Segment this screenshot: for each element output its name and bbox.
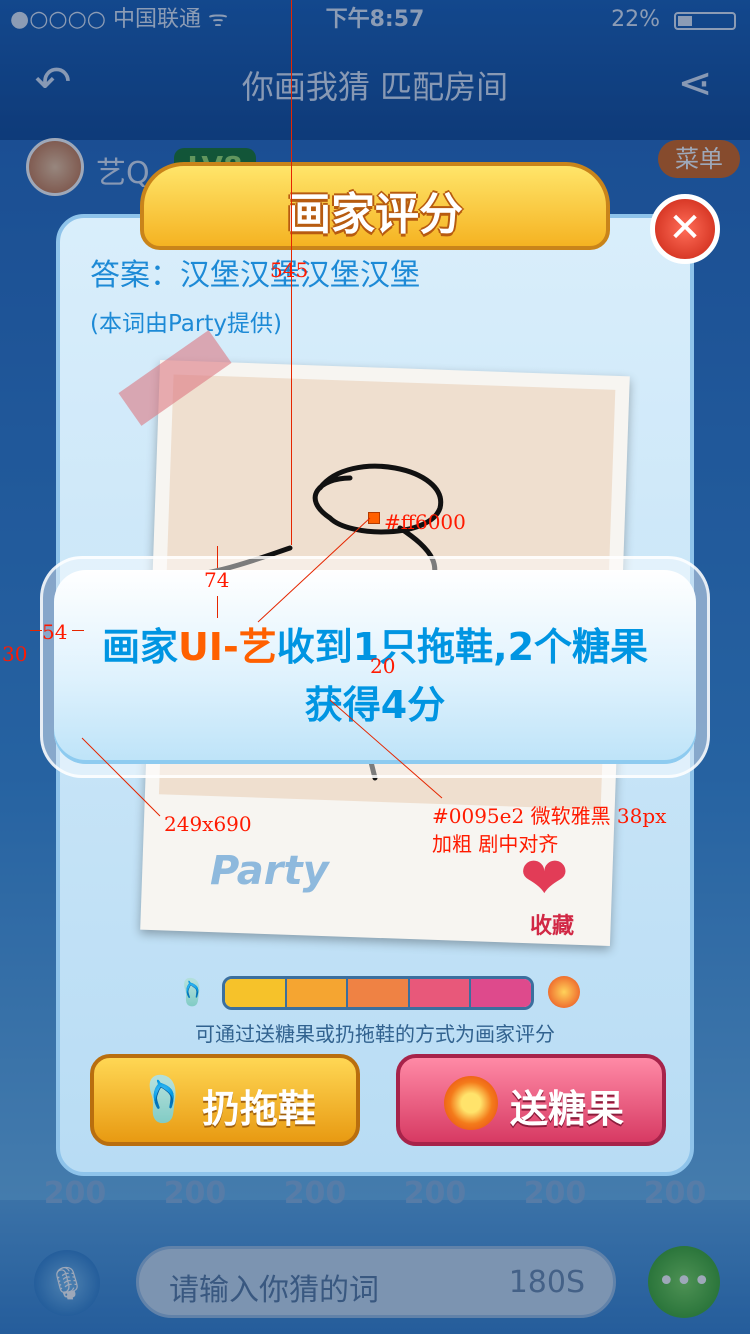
- slipper-icon: 🩴: [176, 978, 209, 1008]
- paper-author: Party: [210, 848, 329, 894]
- slipper-icon: 🩴: [136, 1074, 191, 1125]
- annotation-line: [217, 546, 218, 568]
- annotation-54: 54: [42, 620, 68, 644]
- toast-score: 获得4分: [304, 683, 446, 727]
- dialog-title: 画家评分: [287, 189, 463, 240]
- color-swatch: [368, 512, 380, 524]
- word-provider: (本词由Party提供): [90, 311, 282, 337]
- rating-segment: [225, 979, 287, 1007]
- painter-name: UI-艺: [177, 625, 277, 669]
- annotation-20: 20: [370, 654, 396, 678]
- title-ribbon: 画家评分: [140, 162, 610, 250]
- favorite-label[interactable]: 收藏: [530, 908, 574, 940]
- annotation-font-spec: 加粗 剧中对齐: [432, 832, 559, 856]
- rating-segment: [409, 979, 472, 1007]
- annotation-color: #ff6000: [384, 510, 466, 534]
- send-candy-button[interactable]: 送糖果: [396, 1054, 666, 1146]
- send-candy-label: 送糖果: [510, 1087, 625, 1131]
- toast-suffix: 收到1只拖鞋,2个糖果: [276, 625, 649, 669]
- answer-text: 答案：汉堡汉堡汉堡汉堡: [90, 258, 420, 293]
- candy-icon: [548, 976, 580, 1008]
- rating-segment: [286, 979, 349, 1007]
- rating-segment: [471, 979, 531, 1007]
- annotation-30: 30: [2, 642, 28, 666]
- close-icon[interactable]: ✕: [650, 194, 720, 264]
- throw-slipper-label: 扔拖鞋: [202, 1087, 317, 1131]
- rating-bar: [222, 976, 534, 1010]
- heart-icon[interactable]: ❤: [520, 848, 569, 908]
- annotation-line: [30, 630, 42, 631]
- toast-prefix: 画家: [101, 625, 178, 669]
- throw-slipper-button[interactable]: 🩴 扔拖鞋: [90, 1054, 360, 1146]
- annotation-font-spec: #0095e2 微软雅黑 38px: [432, 804, 667, 828]
- annotation-line: [72, 630, 84, 631]
- rating-hint: 可通过送糖果或扔拖鞋的方式为画家评分: [195, 1022, 555, 1046]
- annotation-size: 249x690: [164, 812, 252, 836]
- rating-segment: [348, 979, 410, 1007]
- annotation-74: 74: [204, 568, 230, 592]
- candy-icon: [444, 1076, 498, 1130]
- annotation-line: [217, 596, 218, 618]
- annotation-545: 545: [270, 258, 309, 282]
